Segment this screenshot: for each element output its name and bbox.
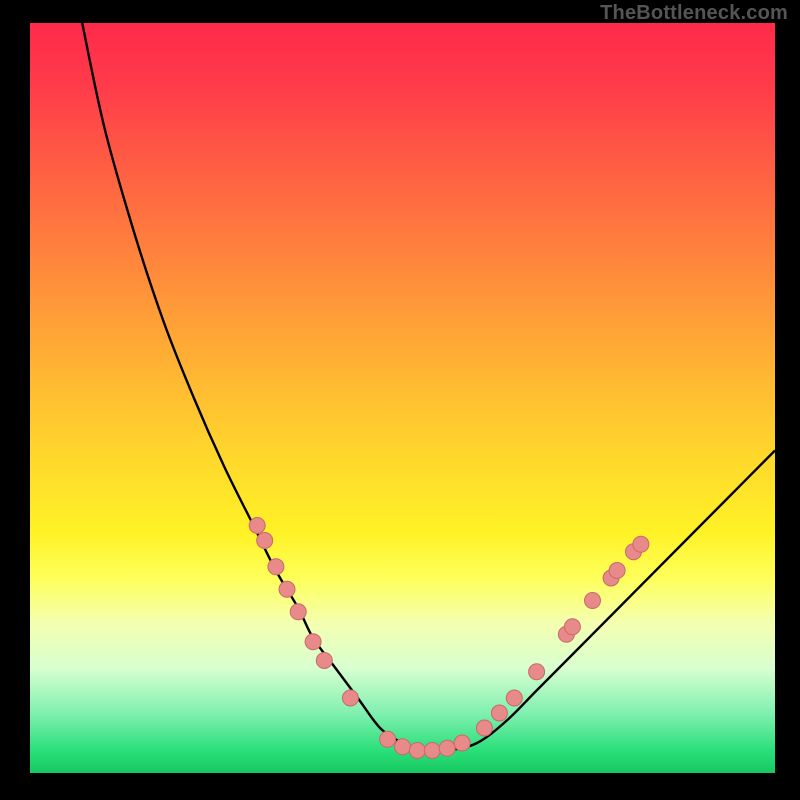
chart-svg — [30, 23, 775, 773]
plot-area — [30, 23, 775, 773]
curve-marker — [633, 536, 649, 552]
curve-marker — [268, 559, 284, 575]
curve-marker — [342, 690, 358, 706]
curve-marker — [585, 593, 601, 609]
curve-marker — [380, 731, 396, 747]
curve-marker — [454, 735, 470, 751]
curve-marker — [409, 743, 425, 759]
curve-marker — [564, 619, 580, 635]
curve-marker — [316, 653, 332, 669]
watermark-text: TheBottleneck.com — [600, 2, 788, 25]
curve-marker — [609, 563, 625, 579]
curve-marker — [290, 604, 306, 620]
curve-marker — [305, 634, 321, 650]
curve-marker — [257, 533, 273, 549]
curve-marker — [529, 664, 545, 680]
curve-marker — [424, 743, 440, 759]
chart-frame: TheBottleneck.com — [0, 0, 800, 800]
curve-marker — [506, 690, 522, 706]
curve-marker — [476, 720, 492, 736]
bottleneck-curve — [82, 23, 775, 751]
curve-marker — [279, 581, 295, 597]
curve-marker — [439, 740, 455, 756]
curve-marker — [395, 739, 411, 755]
curve-marker — [249, 518, 265, 534]
curve-marker — [491, 705, 507, 721]
